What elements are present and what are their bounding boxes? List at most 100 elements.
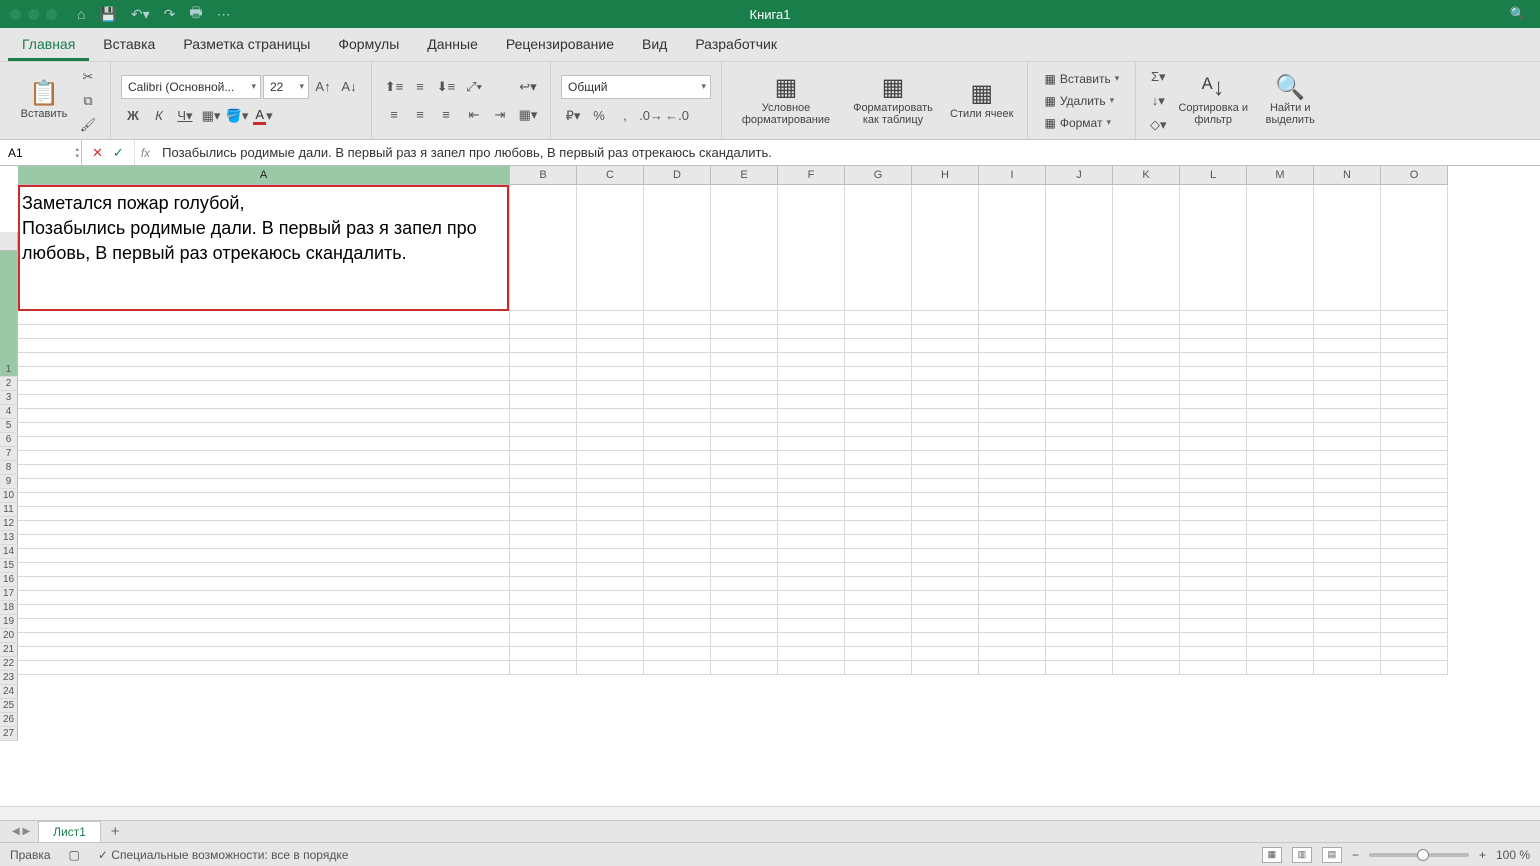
cell-E23[interactable] <box>711 605 778 619</box>
cell-G18[interactable] <box>845 535 912 549</box>
increase-font-icon[interactable]: A↑ <box>311 76 335 98</box>
tab-view[interactable]: Вид <box>628 30 681 61</box>
cell-N13[interactable] <box>1314 465 1381 479</box>
cell-L9[interactable] <box>1180 409 1247 423</box>
cell-F5[interactable] <box>778 353 845 367</box>
cell-L12[interactable] <box>1180 451 1247 465</box>
cell-H18[interactable] <box>912 535 979 549</box>
row-header-1[interactable]: 1 <box>0 251 18 377</box>
row-header-6[interactable]: 6 <box>0 433 18 447</box>
cell-H16[interactable] <box>912 507 979 521</box>
cell-G2[interactable] <box>845 311 912 325</box>
format-as-table-button[interactable]: ▦ Форматировать как таблицу <box>844 76 942 126</box>
cell-M1[interactable] <box>1247 185 1314 311</box>
sheet-tab-1[interactable]: Лист1 <box>38 821 101 842</box>
cell-B25[interactable] <box>510 633 577 647</box>
cell-J10[interactable] <box>1046 423 1113 437</box>
cell-K4[interactable] <box>1113 339 1180 353</box>
formula-input[interactable] <box>156 140 1540 165</box>
cell-styles-button[interactable]: ▦ Стили ячеек <box>946 82 1017 120</box>
cell-L23[interactable] <box>1180 605 1247 619</box>
cell-N26[interactable] <box>1314 647 1381 661</box>
cell-N5[interactable] <box>1314 353 1381 367</box>
cell-B4[interactable] <box>510 339 577 353</box>
cell-L27[interactable] <box>1180 661 1247 675</box>
cell-A13[interactable] <box>18 465 510 479</box>
cell-K25[interactable] <box>1113 633 1180 647</box>
cell-I12[interactable] <box>979 451 1046 465</box>
column-header-F[interactable]: F <box>778 166 845 185</box>
column-header-J[interactable]: J <box>1046 166 1113 185</box>
cell-B3[interactable] <box>510 325 577 339</box>
cell-G6[interactable] <box>845 367 912 381</box>
cell-O25[interactable] <box>1381 633 1448 647</box>
cell-L13[interactable] <box>1180 465 1247 479</box>
cell-K9[interactable] <box>1113 409 1180 423</box>
cell-D4[interactable] <box>644 339 711 353</box>
cell-E8[interactable] <box>711 395 778 409</box>
row-header-18[interactable]: 18 <box>0 601 18 615</box>
cell-I3[interactable] <box>979 325 1046 339</box>
cell-H26[interactable] <box>912 647 979 661</box>
cell-B12[interactable] <box>510 451 577 465</box>
cell-J24[interactable] <box>1046 619 1113 633</box>
font-color-button[interactable]: А▾ <box>251 105 275 127</box>
cell-N21[interactable] <box>1314 577 1381 591</box>
sort-filter-button[interactable]: ᴬ↓ Сортировка и фильтр <box>1174 76 1252 126</box>
cell-I10[interactable] <box>979 423 1046 437</box>
cell-J9[interactable] <box>1046 409 1113 423</box>
cell-L14[interactable] <box>1180 479 1247 493</box>
zoom-slider[interactable] <box>1369 853 1469 857</box>
cell-G11[interactable] <box>845 437 912 451</box>
cell-O10[interactable] <box>1381 423 1448 437</box>
cell-O17[interactable] <box>1381 521 1448 535</box>
cell-D21[interactable] <box>644 577 711 591</box>
cell-G1[interactable] <box>845 185 912 311</box>
fill-color-button[interactable]: 🪣▾ <box>225 105 249 127</box>
cell-H2[interactable] <box>912 311 979 325</box>
cell-B1[interactable] <box>510 185 577 311</box>
macro-record-icon[interactable]: ▢ <box>69 848 80 862</box>
conditional-formatting-button[interactable]: ▦ Условное форматирование <box>732 76 840 126</box>
cell-D2[interactable] <box>644 311 711 325</box>
cell-B7[interactable] <box>510 381 577 395</box>
cell-F11[interactable] <box>778 437 845 451</box>
cell-J19[interactable] <box>1046 549 1113 563</box>
normal-view-icon[interactable]: ▦ <box>1262 847 1282 863</box>
tab-formulas[interactable]: Формулы <box>324 30 413 61</box>
cell-K22[interactable] <box>1113 591 1180 605</box>
cell-D27[interactable] <box>644 661 711 675</box>
cell-C4[interactable] <box>577 339 644 353</box>
cell-M7[interactable] <box>1247 381 1314 395</box>
column-header-C[interactable]: C <box>577 166 644 185</box>
font-size-combo[interactable]: 22 <box>263 75 309 99</box>
cell-J25[interactable] <box>1046 633 1113 647</box>
cell-E6[interactable] <box>711 367 778 381</box>
cell-H5[interactable] <box>912 353 979 367</box>
cell-M20[interactable] <box>1247 563 1314 577</box>
cell-K19[interactable] <box>1113 549 1180 563</box>
borders-button[interactable]: ▦▾ <box>199 105 223 127</box>
number-format-combo[interactable]: Общий <box>561 75 711 99</box>
cell-E18[interactable] <box>711 535 778 549</box>
cell-H22[interactable] <box>912 591 979 605</box>
cell-N11[interactable] <box>1314 437 1381 451</box>
cell-C25[interactable] <box>577 633 644 647</box>
cell-B16[interactable] <box>510 507 577 521</box>
cell-M11[interactable] <box>1247 437 1314 451</box>
cell-O12[interactable] <box>1381 451 1448 465</box>
name-box-spinner[interactable]: ▴▾ <box>75 146 79 160</box>
cell-I16[interactable] <box>979 507 1046 521</box>
cell-E27[interactable] <box>711 661 778 675</box>
cell-B20[interactable] <box>510 563 577 577</box>
row-header-27[interactable]: 27 <box>0 727 18 741</box>
cell-G22[interactable] <box>845 591 912 605</box>
cell-O1[interactable] <box>1381 185 1448 311</box>
cell-F8[interactable] <box>778 395 845 409</box>
autosum-icon[interactable]: Σ▾ <box>1146 66 1170 88</box>
cell-J17[interactable] <box>1046 521 1113 535</box>
cell-A8[interactable] <box>18 395 510 409</box>
cell-A17[interactable] <box>18 521 510 535</box>
cell-A18[interactable] <box>18 535 510 549</box>
align-bottom-icon[interactable]: ⬇≡ <box>434 76 458 98</box>
